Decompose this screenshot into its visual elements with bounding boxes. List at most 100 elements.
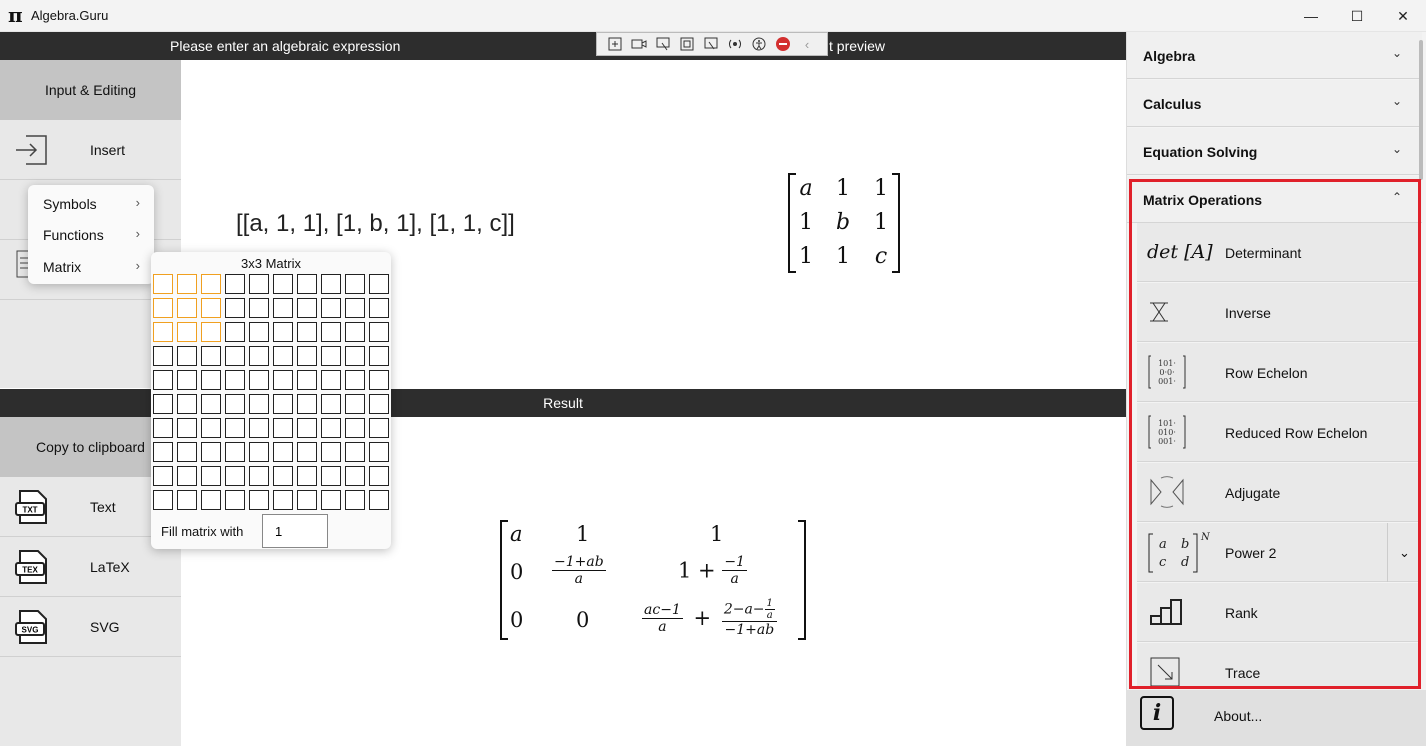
matrix-grid-cell[interactable] — [369, 370, 389, 390]
matrix-grid-cell[interactable] — [369, 418, 389, 438]
matrix-grid-cell[interactable] — [177, 346, 197, 366]
matrix-grid-cell[interactable] — [153, 418, 173, 438]
fullscreen-capture-icon[interactable] — [703, 36, 719, 52]
matrix-grid-cell[interactable] — [297, 346, 317, 366]
matrix-grid-cell[interactable] — [201, 298, 221, 318]
matrix-grid-cell[interactable] — [225, 298, 245, 318]
matrix-grid-cell[interactable] — [153, 466, 173, 486]
matrix-grid-cell[interactable] — [321, 298, 341, 318]
matrix-grid-cell[interactable] — [345, 274, 365, 294]
matrix-grid-cell[interactable] — [177, 394, 197, 414]
op-adjugate[interactable]: Adjugate — [1137, 463, 1421, 522]
matrix-grid-cell[interactable] — [153, 322, 173, 342]
section-calculus[interactable]: Calculus ⌄ — [1127, 80, 1422, 127]
matrix-grid-cell[interactable] — [225, 394, 245, 414]
matrix-grid-cell[interactable] — [225, 322, 245, 342]
matrix-grid-cell[interactable] — [249, 298, 269, 318]
matrix-grid-cell[interactable] — [345, 346, 365, 366]
matrix-grid-cell[interactable] — [369, 442, 389, 462]
matrix-grid-cell[interactable] — [345, 298, 365, 318]
about-button[interactable]: i About... — [1126, 690, 1426, 746]
matrix-grid-cell[interactable] — [249, 442, 269, 462]
op-inverse[interactable]: Inverse — [1137, 283, 1421, 342]
matrix-grid-cell[interactable] — [369, 322, 389, 342]
matrix-grid-cell[interactable] — [369, 346, 389, 366]
op-trace[interactable]: Trace — [1137, 643, 1421, 688]
menu-item-functions[interactable]: Functions › — [28, 219, 154, 249]
matrix-grid-cell[interactable] — [153, 298, 173, 318]
matrix-grid-cell[interactable] — [201, 322, 221, 342]
copy-svg-button[interactable]: SVG SVG — [0, 597, 181, 657]
matrix-grid-cell[interactable] — [321, 370, 341, 390]
matrix-grid-cell[interactable] — [273, 418, 293, 438]
matrix-grid-cell[interactable] — [201, 274, 221, 294]
matrix-grid-cell[interactable] — [297, 298, 317, 318]
matrix-grid-cell[interactable] — [273, 274, 293, 294]
matrix-grid-cell[interactable] — [297, 418, 317, 438]
close-button[interactable]: ✕ — [1380, 0, 1426, 32]
matrix-grid-cell[interactable] — [321, 346, 341, 366]
fill-value-input[interactable] — [262, 514, 328, 548]
matrix-grid-cell[interactable] — [273, 394, 293, 414]
matrix-grid-cell[interactable] — [297, 490, 317, 510]
matrix-grid-cell[interactable] — [177, 490, 197, 510]
matrix-grid-cell[interactable] — [249, 394, 269, 414]
matrix-grid-cell[interactable] — [153, 370, 173, 390]
matrix-grid-cell[interactable] — [273, 370, 293, 390]
minimize-button[interactable]: — — [1288, 0, 1334, 32]
matrix-grid-cell[interactable] — [225, 418, 245, 438]
collapse-toolbar-icon[interactable]: ‹ — [799, 36, 815, 52]
matrix-grid-cell[interactable] — [201, 490, 221, 510]
pointer-select-icon[interactable] — [655, 36, 671, 52]
matrix-grid-cell[interactable] — [321, 466, 341, 486]
power-dropdown-button[interactable]: ⌄ — [1387, 523, 1421, 582]
matrix-grid-cell[interactable] — [369, 274, 389, 294]
matrix-grid-cell[interactable] — [369, 490, 389, 510]
matrix-grid-cell[interactable] — [297, 442, 317, 462]
matrix-grid-cell[interactable] — [345, 466, 365, 486]
matrix-grid-cell[interactable] — [249, 466, 269, 486]
matrix-grid-cell[interactable] — [297, 322, 317, 342]
matrix-grid-cell[interactable] — [273, 442, 293, 462]
input-editing-header[interactable]: Input & Editing — [0, 60, 181, 120]
matrix-grid-cell[interactable] — [225, 466, 245, 486]
matrix-grid-cell[interactable] — [321, 442, 341, 462]
stop-record-icon[interactable] — [775, 36, 791, 52]
matrix-grid-cell[interactable] — [153, 346, 173, 366]
matrix-grid-cell[interactable] — [249, 418, 269, 438]
matrix-grid-cell[interactable] — [273, 466, 293, 486]
matrix-grid-cell[interactable] — [177, 274, 197, 294]
matrix-grid-cell[interactable] — [321, 274, 341, 294]
matrix-grid-cell[interactable] — [297, 274, 317, 294]
matrix-grid-cell[interactable] — [345, 442, 365, 462]
matrix-grid-cell[interactable] — [273, 298, 293, 318]
matrix-grid-cell[interactable] — [201, 418, 221, 438]
section-matrix-operations[interactable]: Matrix Operations ⌃ — [1127, 176, 1422, 223]
matrix-grid-cell[interactable] — [177, 466, 197, 486]
accessibility-icon[interactable] — [751, 36, 767, 52]
matrix-grid-cell[interactable] — [321, 418, 341, 438]
op-reduced-row-echelon[interactable]: 101· 010· 001· Reduced Row Echelon — [1137, 403, 1421, 462]
matrix-grid-cell[interactable] — [177, 298, 197, 318]
matrix-grid-cell[interactable] — [297, 370, 317, 390]
maximize-button[interactable]: ☐ — [1334, 0, 1380, 32]
panel-scrollbar[interactable] — [1419, 40, 1423, 180]
expression-input[interactable]: [[a, 1, 1], [1, b, 1], [1, 1, c]] — [236, 210, 515, 238]
matrix-grid-cell[interactable] — [225, 490, 245, 510]
matrix-grid-cell[interactable] — [201, 442, 221, 462]
matrix-grid-cell[interactable] — [177, 322, 197, 342]
matrix-grid-cell[interactable] — [345, 394, 365, 414]
matrix-grid-cell[interactable] — [345, 490, 365, 510]
section-algebra[interactable]: Algebra ⌄ — [1127, 32, 1422, 79]
matrix-grid-cell[interactable] — [273, 346, 293, 366]
matrix-grid-cell[interactable] — [273, 490, 293, 510]
matrix-grid-cell[interactable] — [201, 370, 221, 390]
matrix-grid-cell[interactable] — [321, 322, 341, 342]
matrix-grid-cell[interactable] — [249, 490, 269, 510]
op-determinant[interactable]: det [A] Determinant — [1137, 223, 1421, 282]
audio-icon[interactable] — [727, 36, 743, 52]
matrix-grid-cell[interactable] — [153, 274, 173, 294]
matrix-grid-cell[interactable] — [201, 394, 221, 414]
matrix-grid-cell[interactable] — [225, 442, 245, 462]
matrix-grid-cell[interactable] — [177, 370, 197, 390]
